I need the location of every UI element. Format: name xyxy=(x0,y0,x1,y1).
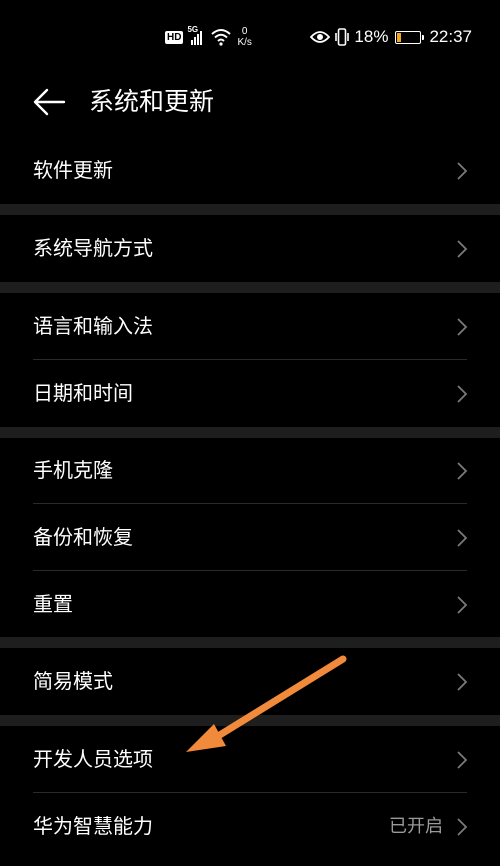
settings-item-label: 系统导航方式 xyxy=(33,236,153,260)
eye-icon xyxy=(310,31,331,43)
settings-item-navigation[interactable]: 系统导航方式 xyxy=(0,215,500,282)
settings-item-label: 语言和输入法 xyxy=(33,314,153,338)
status-right: 18% 22:37 xyxy=(310,24,472,50)
group-separator xyxy=(0,282,500,293)
settings-item-label: 手机克隆 xyxy=(33,458,113,482)
battery-icon xyxy=(395,30,425,44)
settings-item-label: 华为智慧能力 xyxy=(33,814,153,838)
hd-badge: HD xyxy=(165,30,184,44)
settings-item-label: 备份和恢复 xyxy=(33,525,133,549)
settings-item-developer-options[interactable]: 开发人员选项 xyxy=(0,726,500,793)
chevron-right-icon xyxy=(457,596,468,614)
settings-item-software-update[interactable]: 软件更新 xyxy=(0,137,500,204)
chevron-right-icon xyxy=(457,385,468,403)
settings-item-date-time[interactable]: 日期和时间 xyxy=(0,360,500,427)
speed-unit: K/s xyxy=(237,37,252,48)
settings-item-label: 重置 xyxy=(33,592,73,616)
settings-group: 手机克隆 备份和恢复 重置 xyxy=(0,437,500,638)
speed-value: 0 xyxy=(241,26,248,37)
settings-item-label: 简易模式 xyxy=(33,669,113,693)
network-speed: 0 K/s xyxy=(237,26,251,48)
back-arrow-icon xyxy=(33,88,66,116)
chevron-right-icon xyxy=(457,162,468,180)
back-button[interactable] xyxy=(30,82,70,122)
settings-item-simple-mode[interactable]: 简易模式 xyxy=(0,648,500,715)
settings-group: 语言和输入法 日期和时间 xyxy=(0,293,500,427)
settings-group: 系统导航方式 xyxy=(0,215,500,282)
settings-group: 简易模式 xyxy=(0,648,500,715)
settings-item-label: 软件更新 xyxy=(33,158,113,182)
group-separator xyxy=(0,637,500,648)
settings-item-backup-restore[interactable]: 备份和恢复 xyxy=(0,504,500,571)
settings-item-label: 开发人员选项 xyxy=(33,747,153,771)
wifi-icon xyxy=(211,29,232,46)
status-text: 已开启 xyxy=(389,816,443,837)
chevron-right-icon xyxy=(457,318,468,336)
chevron-right-icon xyxy=(457,751,468,769)
vibrate-icon xyxy=(335,28,350,46)
clock: 22:37 xyxy=(429,27,472,46)
chevron-right-icon xyxy=(457,818,468,836)
group-separator xyxy=(0,715,500,726)
chevron-right-icon xyxy=(457,673,468,691)
battery-percent: 18% xyxy=(354,27,389,46)
header: 系统和更新 xyxy=(0,72,500,132)
status-bar: HD 5G 0 K/s 18% 22:37 xyxy=(0,0,500,72)
settings-item-huawei-intelligence[interactable]: 华为智慧能力 已开启 xyxy=(0,793,500,860)
settings-item-phone-clone[interactable]: 手机克隆 xyxy=(0,437,500,504)
group-separator xyxy=(0,204,500,215)
chevron-right-icon xyxy=(457,462,468,480)
page-title: 系统和更新 xyxy=(89,87,215,116)
settings-item-language-input[interactable]: 语言和输入法 xyxy=(0,293,500,360)
chevron-right-icon xyxy=(457,529,468,547)
settings-group: 软件更新 xyxy=(0,137,500,204)
settings-item-label: 日期和时间 xyxy=(33,381,133,405)
signal-icon: 5G xyxy=(187,25,207,47)
settings-item-reset[interactable]: 重置 xyxy=(0,571,500,638)
battery-fill xyxy=(397,32,402,42)
settings-group: 开发人员选项 华为智慧能力 已开启 xyxy=(0,726,500,860)
chevron-right-icon xyxy=(457,240,468,258)
status-left: HD 5G 0 K/s xyxy=(165,24,252,50)
